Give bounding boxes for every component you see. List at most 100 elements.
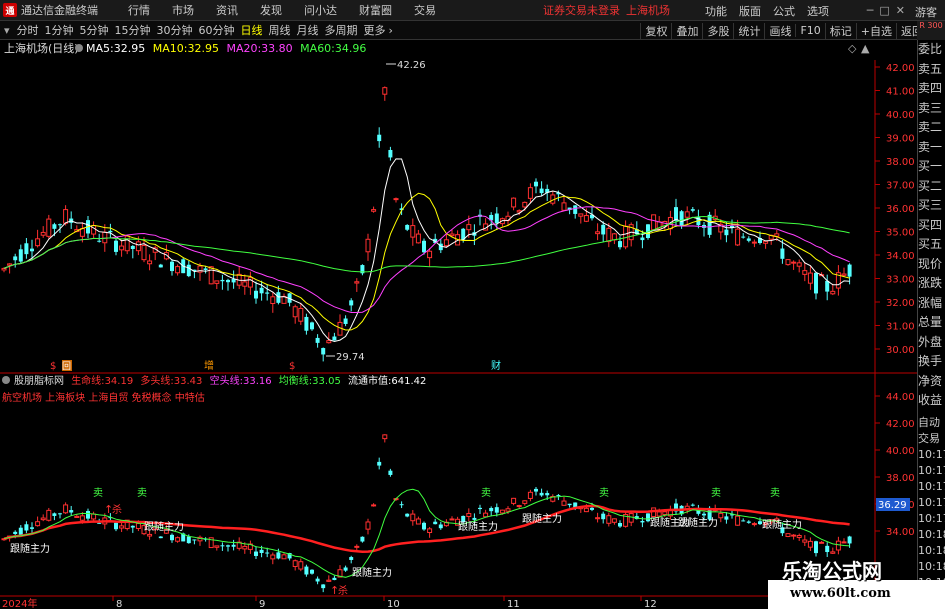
period-60min[interactable]: 60分钟 (196, 22, 238, 38)
quote-label: 卖四 (918, 81, 943, 95)
candle-body (304, 316, 309, 331)
candle-body (539, 492, 544, 496)
trade-time[interactable]: 10:17 (918, 479, 945, 495)
candle-body (724, 229, 729, 236)
event-marker-review[interactable]: 回 (62, 361, 71, 372)
broker-status[interactable]: 证券交易未登录 (543, 2, 620, 18)
sector-tags: 航空机场 上海板块 上海自贸 免税概念 中特估 (2, 391, 205, 404)
candle-body (321, 348, 326, 355)
period-intraday[interactable]: 分时 (14, 22, 42, 38)
period-more[interactable]: 更多 (361, 22, 389, 38)
event-marker-dividend[interactable]: $ (50, 361, 56, 372)
ma-settings-icon[interactable] (75, 44, 83, 52)
menu-arrow-icon[interactable]: ▾ (0, 24, 14, 37)
collapse-icon[interactable]: ▲ (861, 42, 870, 55)
trade-time[interactable]: 自动 (918, 415, 945, 431)
candle-body (343, 318, 348, 324)
button-mark[interactable]: 标记 (824, 22, 856, 39)
button-adjust[interactable]: 复权 (640, 22, 671, 39)
maximize-icon[interactable]: □ (879, 4, 889, 17)
y-tick-label: 33.00 (886, 275, 915, 286)
candle-body (583, 507, 589, 513)
candle-body (79, 515, 85, 521)
indicator-settings-icon[interactable] (2, 376, 10, 384)
quote-label: 外盘 (918, 334, 943, 349)
button-draw[interactable]: 画线 (764, 22, 795, 39)
sell-signal: 卖 (599, 487, 609, 499)
period-weekly[interactable]: 周线 (266, 22, 294, 38)
candle-body (281, 554, 287, 560)
trade-time[interactable]: 10:17 (918, 511, 945, 527)
candle-body (18, 249, 23, 262)
menu-item-market[interactable]: 市场 (161, 2, 205, 18)
button-stats[interactable]: 统计 (733, 22, 764, 39)
candle-body (819, 541, 825, 544)
kline-chart[interactable]: 上海机场(日线) MA5:32.95 MA10:32.95 MA20:33.80… (0, 40, 917, 609)
button-multi-stock[interactable]: 多股 (702, 22, 733, 39)
candle-body (52, 224, 57, 229)
menu-item-news[interactable]: 资讯 (205, 2, 249, 18)
menu-function[interactable]: 功能 (699, 3, 733, 19)
period-1min[interactable]: 1分钟 (42, 22, 77, 38)
candle-body (640, 520, 645, 523)
trade-time[interactable]: 10:17 (918, 447, 945, 463)
trade-time[interactable]: 10:17 (918, 495, 945, 511)
series-line (3, 158, 850, 343)
menu-item-discover[interactable]: 发现 (249, 2, 293, 18)
period-daily[interactable]: 日线 (238, 22, 266, 38)
candle-body (130, 245, 135, 250)
menu-item-wealth[interactable]: 财富圈 (348, 2, 403, 18)
menu-item-ask[interactable]: 问小达 (293, 2, 348, 18)
candle-body (147, 260, 153, 265)
period-30min[interactable]: 30分钟 (154, 22, 196, 38)
button-add-watchlist[interactable]: +自选 (855, 22, 896, 39)
trade-time[interactable]: 10:17 (918, 463, 945, 479)
candle-body (114, 522, 118, 530)
candle-body (841, 273, 847, 276)
candle-body (735, 228, 741, 246)
event-marker-increase[interactable]: 增 (204, 359, 214, 372)
event-marker-dividend-2[interactable]: $ (289, 361, 295, 372)
settings-icon[interactable]: ◇ (848, 42, 857, 55)
period-monthly[interactable]: 月线 (294, 22, 322, 38)
minimize-icon[interactable]: ─ (867, 4, 874, 17)
menu-formula[interactable]: 公式 (767, 3, 801, 19)
candle-body (354, 281, 360, 284)
candle-body (534, 181, 538, 187)
candle-body (796, 262, 802, 267)
sell-signal: 卖 (770, 487, 780, 499)
menu-layout[interactable]: 版面 (733, 3, 767, 19)
candle-body (170, 534, 174, 541)
trade-time[interactable]: 10:18 (918, 543, 945, 559)
indicator-legend: 股朋脂标网 生命线:34.19 多头线:33.43 空头线:33.16 均衡线:… (14, 374, 426, 387)
event-marker-finance[interactable]: 财 (491, 359, 501, 372)
trade-time[interactable]: 10:18 (918, 559, 945, 575)
y-tick-label: 41.00 (886, 87, 915, 98)
candle-body (807, 272, 813, 284)
candle-body (292, 560, 298, 567)
watermark-url: www.60lt.com (790, 586, 891, 601)
close-icon[interactable]: ✕ (896, 4, 905, 17)
guest-label[interactable]: 游客 (915, 4, 937, 20)
menu-item-quotes[interactable]: 行情 (117, 2, 161, 18)
candle-body (119, 525, 125, 529)
menu-options[interactable]: 选项 (801, 3, 835, 19)
candle-body (259, 287, 264, 294)
candle-body (505, 508, 511, 512)
menu-item-trade[interactable]: 交易 (403, 2, 447, 18)
period-5min[interactable]: 5分钟 (77, 22, 112, 38)
trade-time[interactable]: 交易 (918, 431, 945, 447)
candle-body (74, 515, 80, 518)
candle-body (522, 500, 528, 504)
button-overlay[interactable]: 叠加 (671, 22, 702, 39)
quote-label: 买四 (918, 217, 943, 232)
period-15min[interactable]: 15分钟 (112, 22, 154, 38)
candle-body (573, 205, 578, 214)
period-multi[interactable]: 多周期 (322, 22, 361, 38)
candle-body (298, 307, 304, 322)
chevron-right-icon[interactable]: › (389, 24, 393, 37)
button-f10[interactable]: F10 (795, 24, 824, 37)
candle-body (46, 509, 52, 521)
trade-time[interactable]: 10:18 (918, 527, 945, 543)
quote-label: 净资 (918, 373, 943, 388)
